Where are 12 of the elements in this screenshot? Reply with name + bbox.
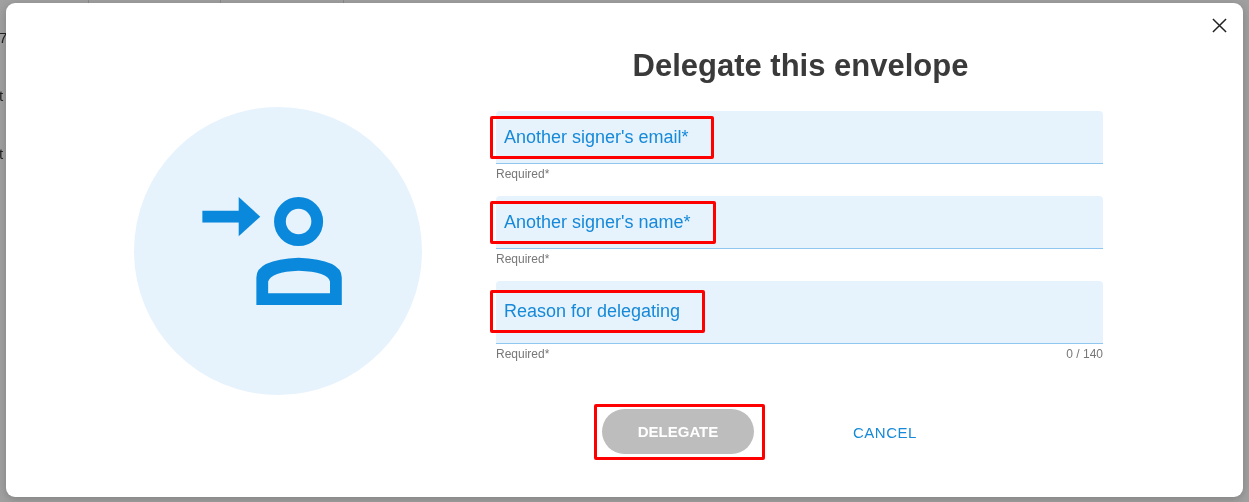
field-label: Another signer's name* [490, 200, 716, 244]
helper-text: Required* [496, 347, 550, 362]
cancel-button[interactable]: CANCEL [849, 417, 921, 447]
close-icon[interactable] [1212, 18, 1227, 33]
background-text: t [0, 86, 5, 106]
field-label: Reason for delegating [490, 290, 706, 333]
field-label: Another signer's email* [490, 115, 714, 159]
character-counter: 0 / 140 [1066, 347, 1103, 362]
helper-text: Required* [496, 252, 550, 267]
helper-text: Required* [496, 167, 550, 182]
dialog-title: Delegate this envelope [631, 48, 970, 84]
background-text: t [0, 144, 5, 164]
